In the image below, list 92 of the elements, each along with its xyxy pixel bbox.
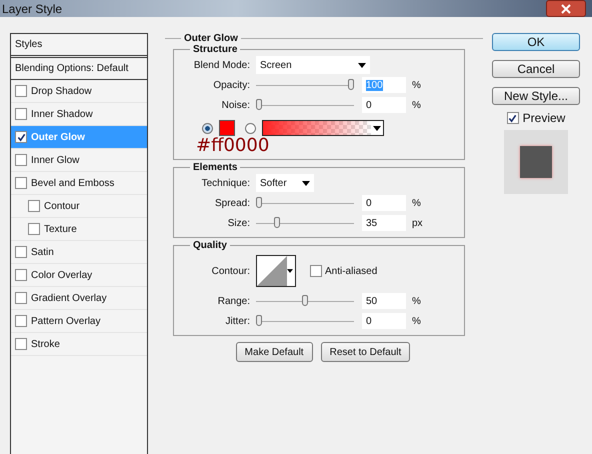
- slider-label: Size:: [226, 218, 251, 228]
- unit-label: %: [411, 198, 421, 208]
- style-item[interactable]: Texture: [11, 218, 147, 241]
- caret-icon: [287, 269, 293, 273]
- style-label: Outer Glow: [31, 132, 85, 142]
- slider-label: Spread:: [214, 198, 251, 208]
- color-annotation: #ff0000: [196, 137, 270, 155]
- contour-curve-icon: [257, 256, 287, 286]
- value-field[interactable]: 0: [362, 97, 406, 113]
- unit-label: %: [411, 100, 421, 110]
- style-label: Inner Shadow: [31, 108, 93, 120]
- checkbox[interactable]: [28, 200, 40, 212]
- panel-button[interactable]: Reset to Default: [320, 342, 410, 362]
- window-title: Layer Style: [1, 2, 62, 16]
- value-field[interactable]: 0: [362, 195, 406, 211]
- close-button[interactable]: [546, 0, 586, 17]
- style-item[interactable]: Pattern Overlay: [11, 310, 147, 333]
- checkbox[interactable]: [15, 177, 27, 189]
- group-title: Structure: [192, 44, 238, 55]
- value-field[interactable]: 35: [362, 215, 406, 231]
- close-icon: [560, 4, 572, 14]
- style-item[interactable]: Stroke: [11, 333, 147, 356]
- dialog-button[interactable]: Cancel: [492, 60, 580, 78]
- panel-title: Outer Glow: [183, 33, 239, 44]
- slider-label: Jitter:: [224, 316, 251, 326]
- checkbox[interactable]: [506, 112, 519, 124]
- style-item[interactable]: Inner Glow: [11, 149, 147, 172]
- blend-mode-dropdown[interactable]: Screen: [256, 56, 370, 74]
- slider-thumb[interactable]: [302, 295, 308, 306]
- technique-dropdown[interactable]: Softer: [256, 174, 314, 192]
- unit-label: %: [411, 80, 421, 90]
- checkbox[interactable]: [28, 223, 40, 235]
- slider-thumb[interactable]: [256, 99, 262, 110]
- style-label: Contour: [44, 200, 80, 212]
- checkbox[interactable]: [15, 85, 27, 97]
- checkbox[interactable]: [15, 338, 27, 350]
- color-swatch[interactable]: [219, 120, 235, 136]
- style-label: Gradient Overlay: [31, 292, 107, 304]
- style-label: Inner Glow: [31, 154, 80, 166]
- style-item[interactable]: Bevel and Emboss: [11, 172, 147, 195]
- value-field[interactable]: 50: [362, 293, 406, 309]
- field-label: Technique:: [200, 178, 251, 188]
- dialog-button[interactable]: OK: [492, 33, 580, 51]
- group-title: Quality: [192, 240, 228, 251]
- group-title: Elements: [192, 162, 238, 173]
- slider-thumb[interactable]: [256, 315, 262, 326]
- style-item[interactable]: Color Overlay: [11, 264, 147, 287]
- blending-options-item[interactable]: Blending Options: Default: [11, 58, 147, 80]
- style-item[interactable]: Satin: [11, 241, 147, 264]
- contour-picker[interactable]: [256, 255, 296, 287]
- style-label: Satin: [31, 246, 54, 258]
- field-label: Blend Mode:: [192, 60, 251, 70]
- checkbox[interactable]: [15, 292, 27, 304]
- checkbox[interactable]: [15, 269, 27, 281]
- unit-label: %: [411, 316, 421, 326]
- gradient-picker[interactable]: [262, 120, 384, 136]
- slider-label: Noise:: [220, 100, 251, 110]
- style-label: Color Overlay: [31, 270, 92, 280]
- slider-thumb[interactable]: [256, 197, 262, 208]
- style-label: Texture: [44, 224, 77, 234]
- style-label: Stroke: [31, 338, 60, 350]
- unit-label: px: [411, 218, 423, 228]
- dialog-button[interactable]: New Style...: [492, 87, 580, 105]
- radio-button[interactable]: [245, 122, 256, 134]
- checkbox[interactable]: [15, 108, 27, 120]
- style-item[interactable]: Contour: [11, 195, 147, 218]
- list-header[interactable]: Styles: [11, 34, 147, 58]
- style-label: Bevel and Emboss: [31, 178, 114, 188]
- style-item[interactable]: Drop Shadow: [11, 80, 147, 103]
- checkbox[interactable]: [310, 265, 322, 277]
- slider-label: Opacity:: [212, 80, 251, 90]
- style-label: Pattern Overlay: [31, 316, 100, 326]
- checkbox[interactable]: [15, 154, 27, 166]
- checkbox-label: Preview: [522, 111, 566, 125]
- slider-label: Range:: [216, 296, 251, 306]
- checkbox-label: Anti-aliased: [325, 266, 378, 276]
- checkbox[interactable]: [15, 246, 27, 258]
- panel-button[interactable]: Make Default: [236, 342, 313, 362]
- slider-thumb[interactable]: [274, 217, 280, 228]
- style-label: Drop Shadow: [31, 86, 92, 96]
- slider-thumb[interactable]: [348, 79, 354, 90]
- radio-button[interactable]: [202, 122, 213, 134]
- preview-thumbnail: [504, 130, 568, 194]
- field-label: Contour:: [210, 266, 251, 276]
- unit-label: %: [411, 296, 421, 306]
- caret-icon: [358, 62, 366, 68]
- checkbox[interactable]: [15, 315, 27, 327]
- caret-icon: [302, 180, 310, 186]
- caret-icon: [373, 126, 381, 130]
- style-item[interactable]: Gradient Overlay: [11, 287, 147, 310]
- value-field[interactable]: 0: [362, 313, 406, 329]
- checkbox[interactable]: [15, 131, 27, 143]
